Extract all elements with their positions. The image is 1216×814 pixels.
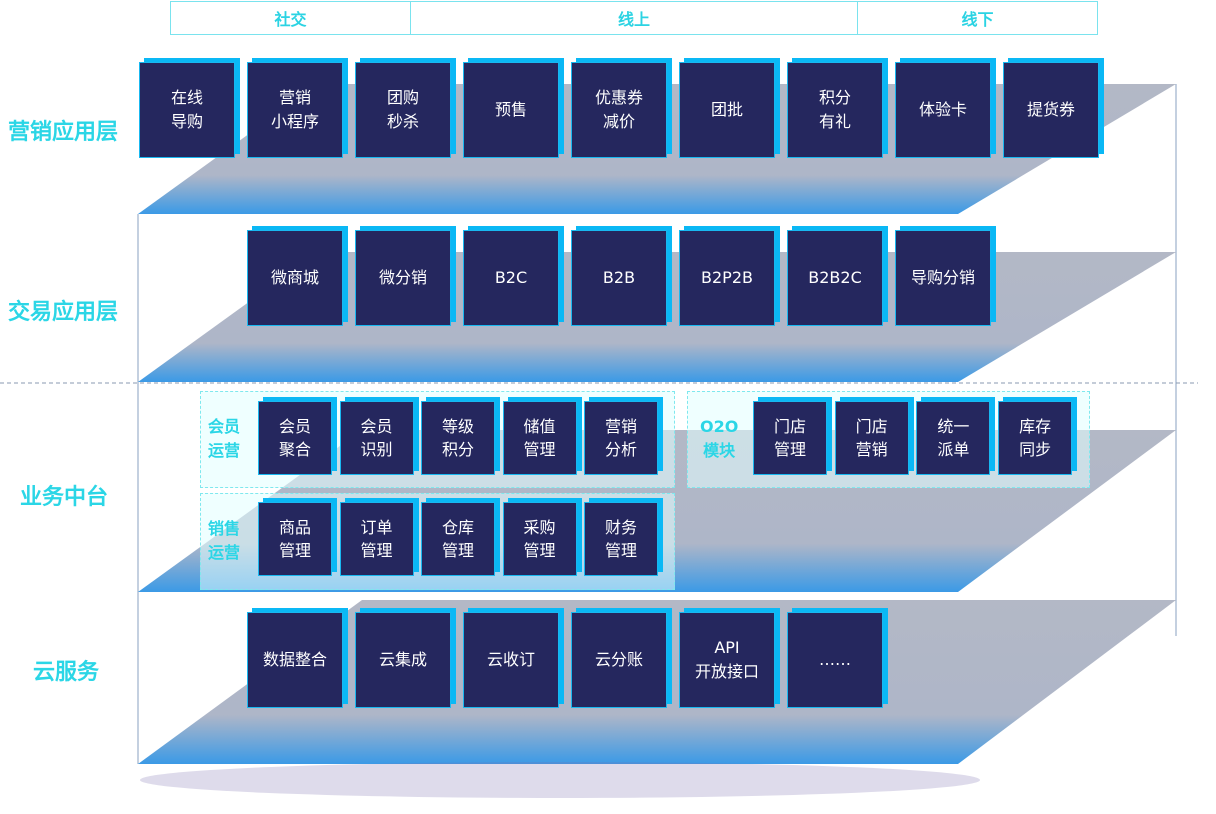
module-box: 体验卡 bbox=[895, 62, 991, 158]
module-box: 导购分销 bbox=[895, 230, 991, 326]
module-box: 团批 bbox=[679, 62, 775, 158]
module-box: 预售 bbox=[463, 62, 559, 158]
module-box: 采购 管理 bbox=[502, 502, 577, 576]
module-box: 门店 管理 bbox=[753, 401, 827, 475]
module-box: API 开放接口 bbox=[679, 612, 775, 708]
module-box: 营销 分析 bbox=[584, 401, 658, 475]
group-label-sales: 销售 运营 bbox=[208, 519, 241, 562]
module-box: 数据整合 bbox=[247, 612, 343, 708]
module-box: 云收订 bbox=[463, 612, 559, 708]
layer-label-marketing: 营销应用层 bbox=[8, 120, 119, 145]
module-box: 会员 聚合 bbox=[258, 401, 332, 475]
module-box: 等级 积分 bbox=[421, 401, 495, 475]
module-box: 储值 管理 bbox=[502, 401, 577, 475]
layer-label-cloud: 云服务 bbox=[33, 660, 100, 685]
module-box: 微商城 bbox=[247, 230, 343, 326]
module-box: 云集成 bbox=[355, 612, 451, 708]
group-label-member: 会员 运营 bbox=[208, 417, 241, 460]
layer-label-trade: 交易应用层 bbox=[8, 300, 119, 325]
module-box: 门店 营销 bbox=[834, 401, 909, 475]
header-offline: 线下 bbox=[857, 1, 1098, 35]
module-box: B2C bbox=[463, 230, 559, 326]
module-box: 积分 有礼 bbox=[787, 62, 883, 158]
layer-label-business: 业务中台 bbox=[20, 485, 109, 510]
module-box: 在线 导购 bbox=[139, 62, 235, 158]
module-box: 财务 管理 bbox=[584, 502, 658, 576]
module-box: 优惠券 减价 bbox=[571, 62, 667, 158]
header-social: 社交 bbox=[170, 1, 411, 35]
platform-shadow bbox=[140, 762, 980, 798]
module-box: 商品 管理 bbox=[258, 502, 332, 576]
module-box: 云分账 bbox=[571, 612, 667, 708]
module-box: B2B2C bbox=[787, 230, 883, 326]
module-box: 会员 识别 bbox=[339, 401, 414, 475]
module-box: B2P2B bbox=[679, 230, 775, 326]
module-box: 统一 派单 bbox=[916, 401, 991, 475]
group-label-o2o: O2O 模块 bbox=[700, 417, 739, 460]
module-box: 订单 管理 bbox=[339, 502, 414, 576]
module-box: 提货券 bbox=[1003, 62, 1099, 158]
module-box: …… bbox=[787, 612, 883, 708]
module-box: 微分销 bbox=[355, 230, 451, 326]
module-box: 库存 同步 bbox=[998, 401, 1073, 475]
module-box: 营销 小程序 bbox=[247, 62, 343, 158]
module-box: 团购 秒杀 bbox=[355, 62, 451, 158]
header-online: 线上 bbox=[410, 1, 858, 35]
module-box: B2B bbox=[571, 230, 667, 326]
module-box: 仓库 管理 bbox=[421, 502, 495, 576]
